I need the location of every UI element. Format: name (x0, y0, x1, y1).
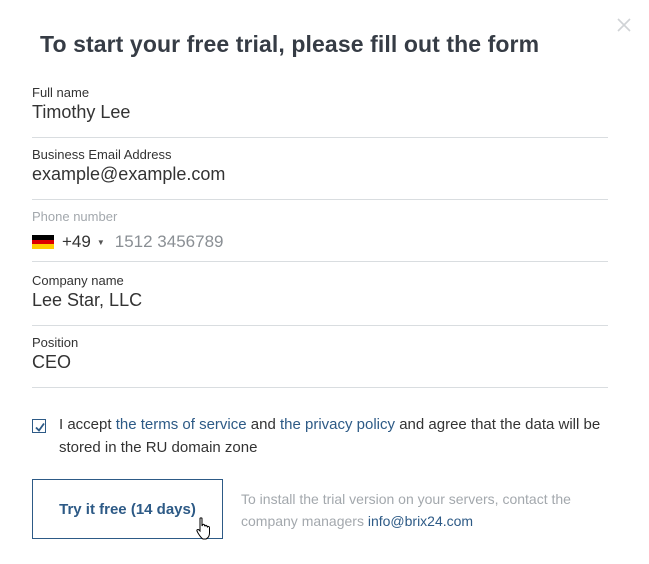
checkmark-icon (35, 422, 45, 432)
full-name-input[interactable] (32, 99, 602, 125)
privacy-policy-link[interactable]: the privacy policy (280, 416, 395, 433)
country-dial-code[interactable]: +49 (62, 232, 91, 252)
company-label: Company name (32, 273, 124, 288)
email-input[interactable] (32, 161, 602, 187)
trial-form-modal: To start your free trial, please fill ou… (0, 0, 649, 564)
try-free-button[interactable]: Try it free (14 days) (32, 479, 223, 539)
phone-row: +49 ▼ (32, 231, 535, 253)
chevron-down-icon[interactable]: ▼ (97, 238, 105, 247)
phone-label: Phone number (32, 209, 118, 224)
company-field: Company name (32, 273, 608, 326)
install-note: To install the trial version on your ser… (241, 488, 621, 532)
full-name-field: Full name (32, 85, 608, 138)
consent-text-2: and (246, 416, 280, 433)
close-button[interactable] (616, 17, 636, 37)
email-label: Business Email Address (32, 147, 172, 162)
contact-email-link[interactable]: info@brix24.com (368, 513, 473, 529)
position-field: Position (32, 335, 608, 388)
full-name-label: Full name (32, 85, 90, 100)
phone-input[interactable] (114, 231, 535, 253)
modal-title: To start your free trial, please fill ou… (40, 31, 540, 57)
terms-of-service-link[interactable]: the terms of service (116, 416, 247, 433)
germany-flag-icon[interactable] (32, 235, 54, 250)
close-icon (617, 18, 631, 32)
company-input[interactable] (32, 287, 602, 313)
consent-text-1: I accept (59, 416, 116, 433)
consent-checkbox[interactable] (32, 419, 46, 433)
position-label: Position (32, 335, 79, 350)
email-field: Business Email Address (32, 147, 608, 200)
position-input[interactable] (32, 349, 602, 375)
consent-text: I accept the terms of service and the pr… (59, 413, 604, 459)
phone-field: Phone number +49 ▼ (32, 209, 608, 262)
